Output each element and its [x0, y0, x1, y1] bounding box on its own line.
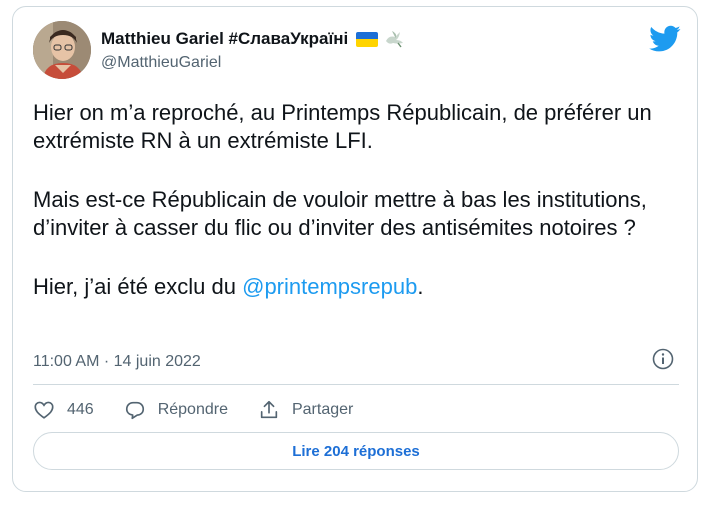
avatar[interactable]: [33, 21, 91, 79]
info-icon[interactable]: [652, 348, 674, 370]
action-bar: 446 Répondre Partager: [33, 397, 383, 423]
dove-icon: [386, 31, 404, 48]
read-replies-button[interactable]: Lire 204 réponses: [33, 432, 679, 470]
like-count: 446: [67, 401, 94, 418]
author-name-row[interactable]: Matthieu Gariel #СлаваУкраїні: [101, 27, 405, 51]
tweet-text-segment: .: [417, 274, 424, 299]
share-label: Partager: [291, 401, 354, 418]
avatar-image: [33, 21, 91, 79]
tweet-paragraph: Mais est-ce Républicain de vouloir mettr…: [33, 187, 647, 240]
tweet-card: Matthieu Gariel #СлаваУкраїні @MatthieuG…: [12, 6, 698, 492]
tweet-paragraph: Hier on m’a reproché, au Printemps Répub…: [33, 100, 652, 153]
mention-link[interactable]: @printempsrepub: [242, 274, 417, 299]
reply-label: Répondre: [157, 401, 228, 418]
author-handle[interactable]: @MatthieuGariel: [101, 54, 221, 72]
tweet-paragraph: Hier, j’ai été exclu du @printempsrepub.: [33, 273, 673, 301]
like-button[interactable]: 446: [33, 399, 94, 421]
share-icon: [260, 400, 278, 419]
heart-icon: [34, 401, 54, 419]
tweet-text-segment: Hier, j’ai été exclu du: [33, 274, 243, 299]
share-button[interactable]: Partager: [258, 399, 353, 421]
reply-icon: [125, 401, 144, 420]
tweet-timestamp[interactable]: 11:00 AM · 14 juin 2022: [33, 353, 201, 371]
reply-button[interactable]: Répondre: [124, 399, 228, 421]
tweet-text: Hier on m’a reproché, au Printemps Répub…: [33, 99, 673, 332]
divider: [33, 384, 679, 385]
author-display-name[interactable]: Matthieu Gariel #СлаваУкраїні: [101, 29, 348, 49]
ukraine-flag-icon: [356, 31, 379, 47]
twitter-bird-icon[interactable]: [649, 25, 681, 53]
